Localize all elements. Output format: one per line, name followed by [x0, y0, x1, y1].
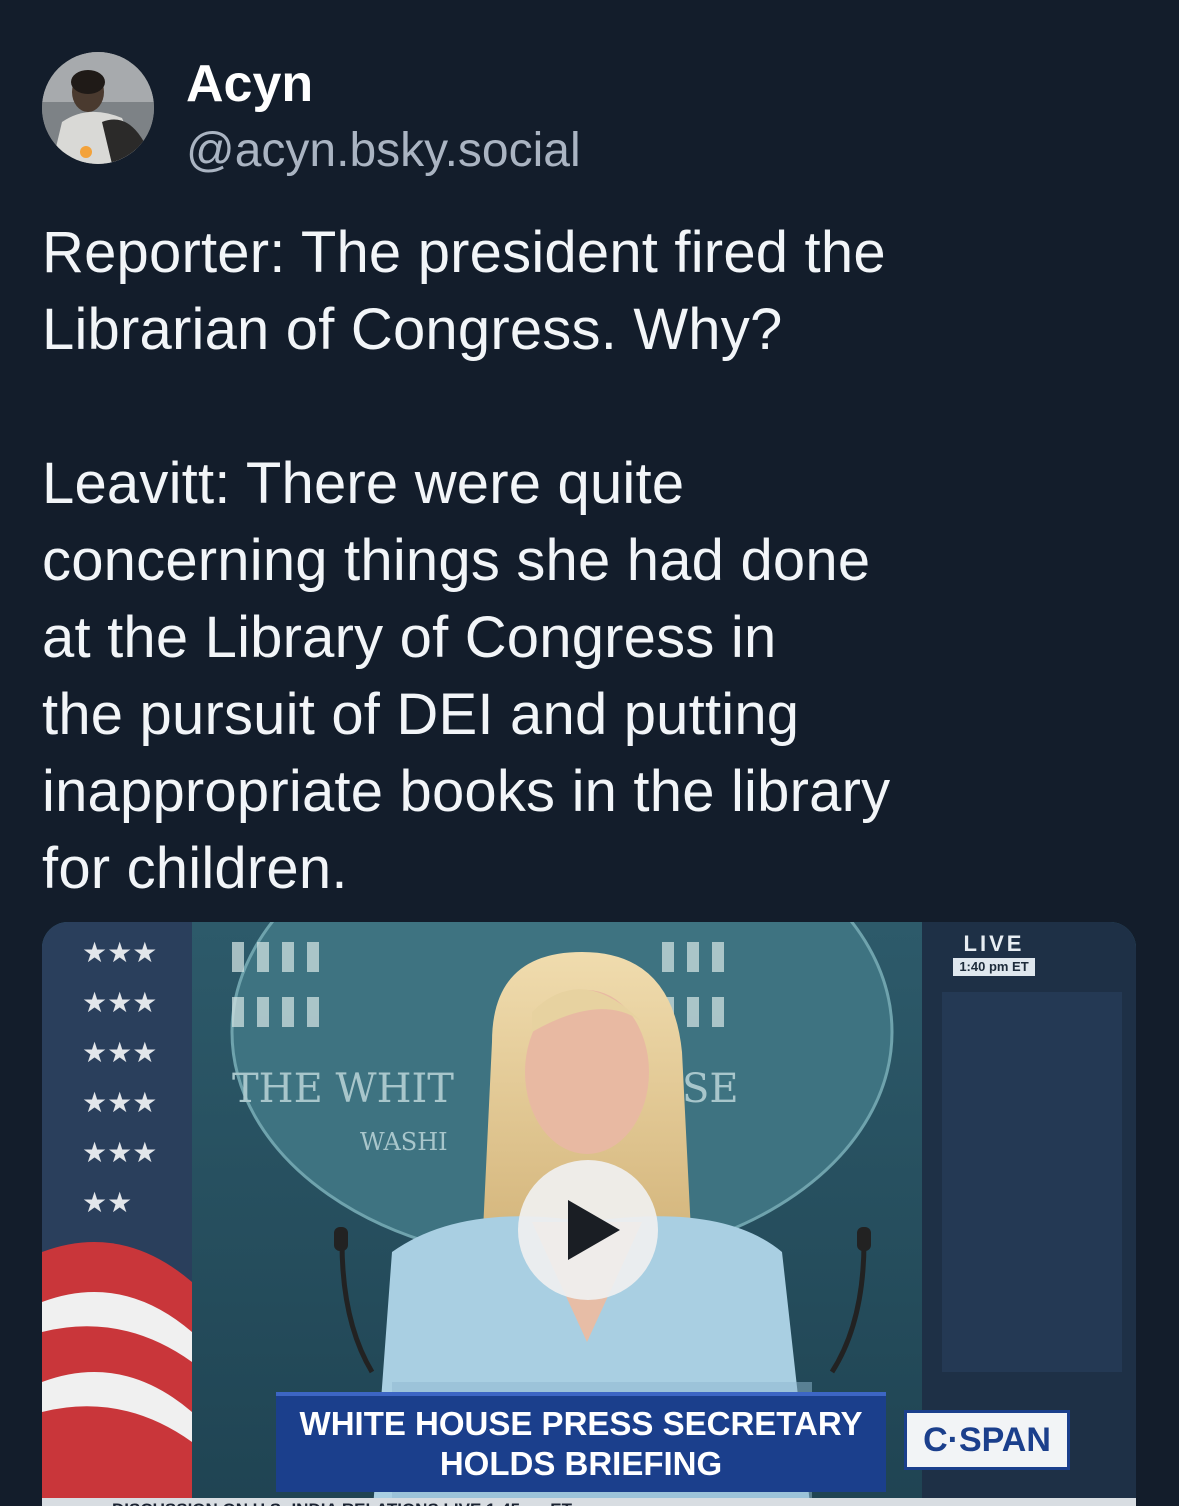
svg-text:★★★: ★★★ [82, 986, 157, 1019]
post-paragraph-reporter: Reporter: The president fired the Librar… [42, 220, 886, 362]
seal-text-left: THE WHIT [232, 1066, 454, 1112]
svg-text:★★★: ★★★ [82, 936, 157, 969]
post-page: Acyn @acyn.bsky.social Reporter: The pre… [0, 0, 1179, 1506]
author-names: Acyn @acyn.bsky.social [186, 54, 581, 182]
author-display-name[interactable]: Acyn [186, 54, 581, 114]
network-logo: C·SPAN [904, 1410, 1070, 1470]
chyron-line-2: HOLDS BRIEFING [439, 1445, 723, 1482]
live-time: 1:40 pm ET [953, 958, 1035, 976]
seal-text-city: WASHI [360, 1128, 448, 1156]
svg-text:★★★: ★★★ [82, 1136, 157, 1169]
video-embed[interactable]: THE WHIT SE WASHI ★★★★★★★★★ ★★★★★★★★ [42, 922, 1136, 1506]
live-badge: LIVE 1:40 pm ET [946, 932, 1042, 976]
profile-photo-icon [42, 52, 154, 164]
play-button[interactable] [518, 1160, 658, 1300]
post-header: Acyn @acyn.bsky.social [42, 52, 581, 182]
post-paragraph-leavitt: Leavitt: There were quite concerning thi… [42, 451, 891, 901]
seal-text-right: SE [682, 1066, 739, 1112]
news-chyron: WHITE HOUSE PRESS SECRETARY HOLDS BRIEFI… [276, 1392, 886, 1492]
play-icon [568, 1200, 620, 1260]
author-handle[interactable]: @acyn.bsky.social [186, 120, 581, 182]
chyron-line-1: WHITE HOUSE PRESS SECRETARY [299, 1405, 863, 1442]
live-label: LIVE [963, 931, 1025, 956]
svg-text:★★★: ★★★ [82, 1036, 157, 1069]
post-body: Reporter: The president fired the Librar… [42, 214, 1152, 907]
svg-text:★★: ★★ [82, 1186, 132, 1219]
avatar[interactable] [42, 52, 154, 164]
svg-text:★★★: ★★★ [82, 1086, 157, 1119]
news-ticker: DISCUSSION ON U.S.-INDIA RELATIONS LIVE … [42, 1498, 1136, 1506]
